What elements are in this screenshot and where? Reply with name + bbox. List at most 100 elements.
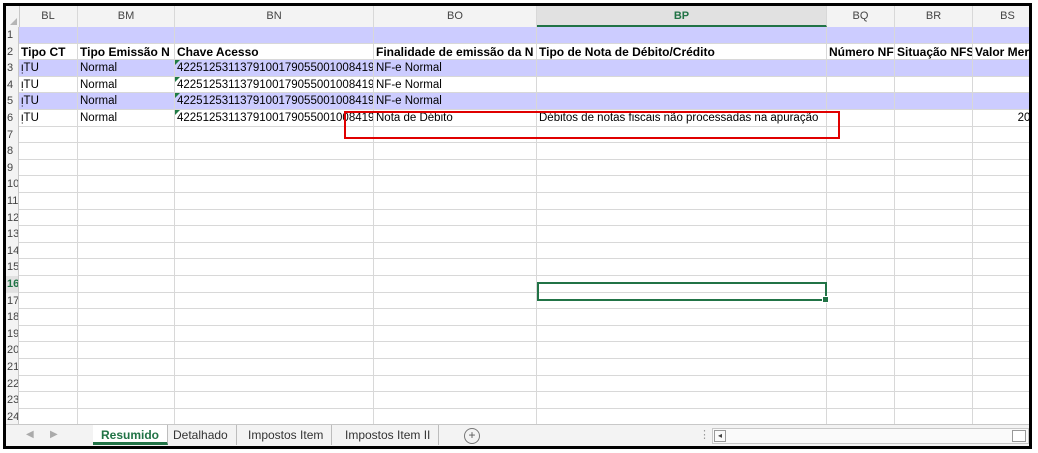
row-header-13[interactable]: 13 [6,226,19,243]
data-cell-bl-6[interactable]: ᴉTU [19,110,78,127]
data-cell-bq-3[interactable] [827,60,895,77]
gridline-horizontal [19,241,1029,243]
header-cell-bo[interactable]: Finalidade de emissão da N [374,43,537,61]
gridline-horizontal [19,308,1029,310]
select-all-corner[interactable] [6,6,20,27]
row-header-21[interactable]: 21 [6,359,19,376]
row-header-2[interactable]: 2 [6,43,19,61]
gridline-horizontal [19,258,1029,260]
data-cell-bm-6[interactable]: Normal [78,110,175,127]
highlight-annotation-box [344,111,840,139]
row-header-24[interactable]: 24 [6,408,19,426]
row-header-7[interactable]: 7 [6,126,19,144]
data-cell-bn-5[interactable]: 42251253113791001790550010084194 [175,93,374,110]
fill-handle[interactable] [822,296,829,303]
column-header-bl[interactable]: BL [19,6,78,27]
cell[interactable] [895,27,973,44]
row-header-4[interactable]: 4 [6,76,19,94]
row-header-9[interactable]: 9 [6,159,19,177]
data-cell-bp-3[interactable] [537,60,827,77]
header-cell-br[interactable]: Situação NFS [895,43,973,61]
horizontal-scrollbar[interactable]: ◂ [712,428,1029,444]
tab-splitter-handle[interactable]: ⋮ [699,428,710,441]
cell[interactable] [175,27,374,44]
row-header-17[interactable]: 17 [6,292,19,310]
column-header-bp[interactable]: BP [537,6,827,27]
column-header-bq[interactable]: BQ [827,6,895,27]
row-header-5[interactable]: 5 [6,93,19,110]
column-header-bm[interactable]: BM [78,6,175,27]
row-header-20[interactable]: 20 [6,342,19,359]
gridline-horizontal [19,291,1029,293]
data-cell-bq-4[interactable] [827,76,895,94]
row-header-3[interactable]: 3 [6,60,19,77]
data-cell-bm-3[interactable]: Normal [78,60,175,77]
data-cell-bl-4[interactable]: ᴉTU [19,76,78,94]
cell[interactable] [537,27,827,44]
data-cell-bo-3[interactable]: NF-e Normal [374,60,537,77]
data-cell-bo-4[interactable]: NF-e Normal [374,76,537,94]
cell[interactable] [19,27,78,44]
data-cell-bq-5[interactable] [827,93,895,110]
plus-circle-icon[interactable]: + [464,428,480,444]
row-header-16[interactable]: 16 [6,276,19,293]
data-cell-bp-4[interactable] [537,76,827,94]
data-cell-bl-3[interactable]: ᴉTU [19,60,78,77]
header-cell-bl[interactable]: Tipo CT [19,43,78,61]
data-cell-bs-5[interactable]: 1( [973,93,1029,110]
active-cell-BP16[interactable] [537,282,829,303]
row-header-6[interactable]: 6 [6,110,19,127]
cell[interactable] [973,27,1029,44]
data-cell-bn-3[interactable]: 42251253113791001790550010084194 [175,60,374,77]
row-header-15[interactable]: 15 [6,259,19,276]
tab-impostos-item-ii[interactable]: Impostos Item II [337,425,440,445]
row-header-19[interactable]: 19 [6,325,19,343]
row-header-18[interactable]: 18 [6,309,19,326]
row-header-10[interactable]: 10 [6,176,19,193]
data-cell-br-4[interactable] [895,76,973,94]
data-cell-bs-3[interactable]: 1( [973,60,1029,77]
triangle-left-icon[interactable]: ◂ [714,430,726,442]
gridline-horizontal [19,175,1029,177]
row-header-12[interactable]: 12 [6,209,19,227]
data-cell-bs-4[interactable]: 1( [973,77,1029,94]
data-cell-bl-5[interactable]: ᴉTU [19,93,78,110]
gridline-horizontal [19,391,1029,393]
column-header-br[interactable]: BR [895,6,973,27]
tab-resumido[interactable]: Resumido [93,425,169,445]
data-cell-br-6[interactable] [895,110,973,127]
column-header-bs[interactable]: BS [973,6,1029,27]
data-cell-bn-4[interactable]: 42251253113791001790550010084194 [175,76,374,94]
row-header-23[interactable]: 23 [6,392,19,409]
header-cell-bs[interactable]: Valor Merc [973,43,1029,61]
scrollbar-thumb[interactable] [1012,430,1026,442]
cell[interactable] [374,27,537,44]
data-cell-bm-4[interactable]: Normal [78,76,175,94]
row-header-14[interactable]: 14 [6,242,19,260]
row-header-1[interactable]: 1 [6,27,19,44]
chevron-left-icon[interactable]: ◀ [26,429,34,440]
column-header-bn[interactable]: BN [175,6,374,27]
row-header-8[interactable]: 8 [6,143,19,160]
cell[interactable] [78,27,175,44]
data-cell-br-3[interactable] [895,60,973,77]
row-header-11[interactable]: 11 [6,193,19,210]
cell[interactable] [827,27,895,44]
data-cell-bs-6[interactable]: 20.0 [973,110,1029,127]
header-cell-bp[interactable]: Tipo de Nota de Débito/Crédito [537,43,827,61]
data-cell-bo-5[interactable]: NF-e Normal [374,93,537,110]
column-header-bo[interactable]: BO [374,6,537,27]
gridline-horizontal [19,142,1029,144]
chevron-right-icon[interactable]: ▶ [50,429,58,440]
header-cell-bn[interactable]: Chave Acesso [175,43,374,61]
tab-detalhado[interactable]: Detalhado [165,425,237,445]
gridline-horizontal [19,324,1029,326]
data-cell-bp-5[interactable] [537,93,827,110]
data-cell-bm-5[interactable]: Normal [78,93,175,110]
tab-impostos-item[interactable]: Impostos Item [240,425,333,445]
row-header-22[interactable]: 22 [6,375,19,393]
header-cell-bq[interactable]: Número NF [827,43,895,61]
gridline-horizontal [19,358,1029,359]
header-cell-bm[interactable]: Tipo Emissão N [78,43,175,61]
data-cell-br-5[interactable] [895,93,973,110]
